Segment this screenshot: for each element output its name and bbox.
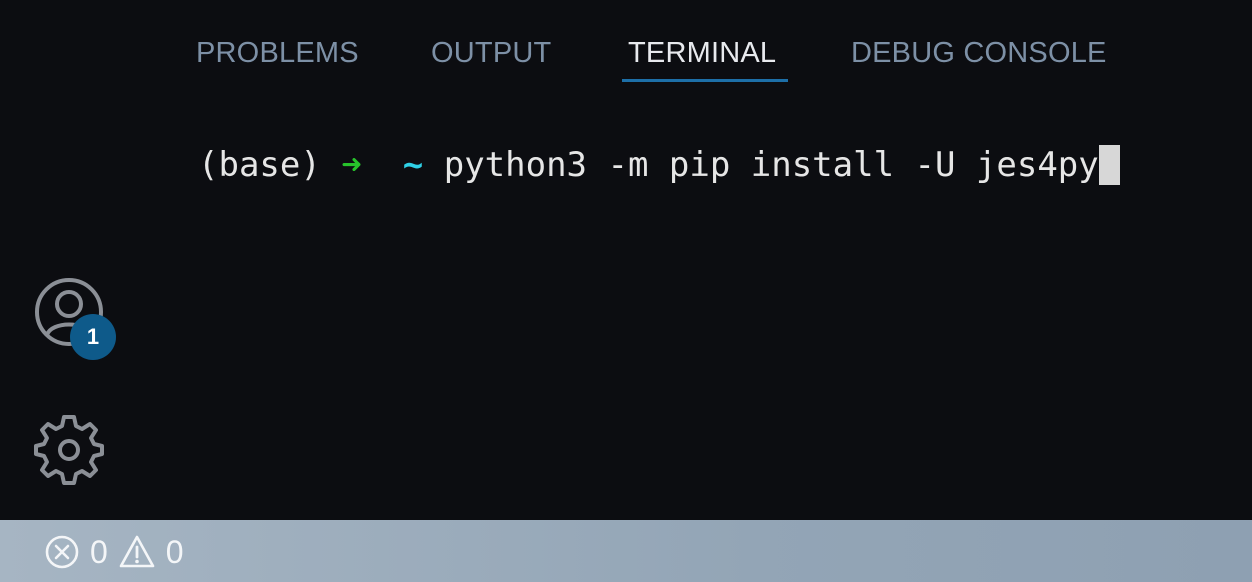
tab-terminal[interactable]: TERMINAL	[628, 36, 776, 70]
warning-icon	[119, 535, 155, 568]
terminal-prompt-line[interactable]: (base) ➜ ~ python3 -m pip install -U jes…	[198, 143, 1120, 187]
status-bar: 0 0	[0, 520, 1252, 582]
error-icon	[45, 535, 79, 569]
active-tab-indicator	[622, 79, 788, 82]
prompt-cwd: ~	[402, 145, 424, 185]
gear-icon	[34, 415, 104, 485]
accounts-badge: 1	[70, 314, 116, 360]
panel-tabs: PROBLEMS OUTPUT TERMINAL DEBUG CONSOLE	[0, 0, 1252, 90]
accounts-button[interactable]: 1	[34, 277, 116, 360]
tab-output[interactable]: OUTPUT	[431, 36, 551, 70]
tab-debug-console[interactable]: DEBUG CONSOLE	[851, 36, 1107, 70]
problems-status-item[interactable]: 0 0	[44, 532, 194, 572]
warning-count: 0	[165, 533, 184, 570]
tab-problems[interactable]: PROBLEMS	[196, 36, 359, 70]
prompt-arrow-icon: ➜	[341, 145, 362, 185]
manage-button[interactable]	[33, 414, 105, 486]
activity-bar: 1	[0, 0, 140, 520]
terminal-cursor	[1098, 145, 1120, 185]
terminal-command: python3 -m pip install -U jes4py	[443, 145, 1099, 185]
error-count: 0	[90, 533, 108, 570]
conda-env-label: (base)	[198, 145, 321, 185]
